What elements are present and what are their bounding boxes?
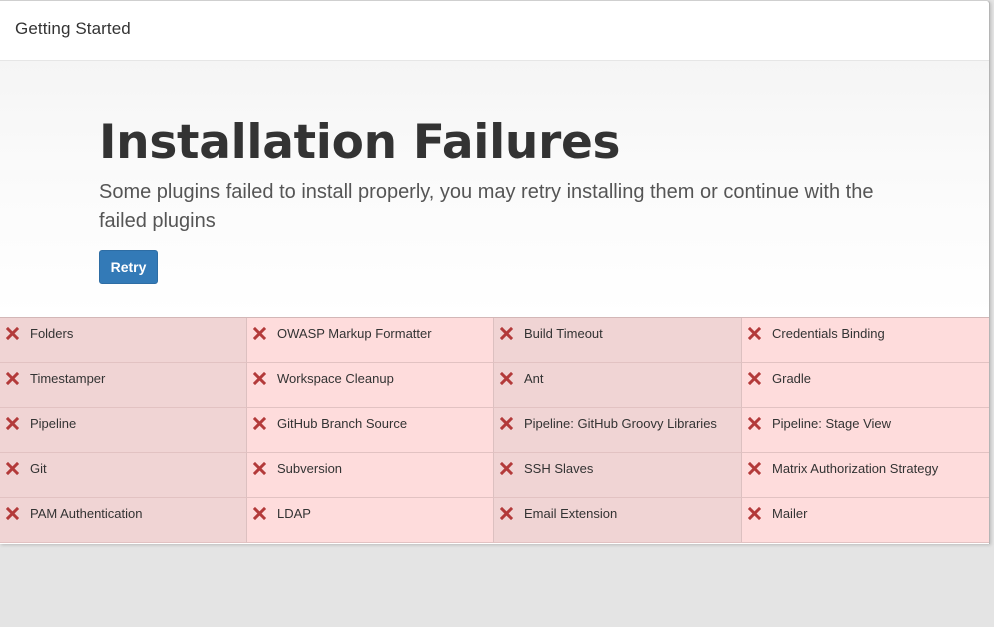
plugin-item: OWASP Markup Formatter xyxy=(247,318,494,363)
failed-x-icon xyxy=(253,462,266,475)
failed-x-icon xyxy=(253,372,266,385)
plugin-item: PAM Authentication xyxy=(0,498,247,543)
plugin-item: Timestamper xyxy=(0,363,247,408)
failed-x-icon xyxy=(748,327,761,340)
plugin-item: Subversion xyxy=(247,453,494,498)
plugin-name: Pipeline: GitHub Groovy Libraries xyxy=(524,416,717,431)
failed-x-icon xyxy=(6,417,19,430)
plugin-name: Pipeline xyxy=(30,416,77,431)
plugin-name: Subversion xyxy=(277,461,343,476)
dialog-title: Getting Started xyxy=(15,19,131,38)
plugin-name: PAM Authentication xyxy=(30,506,143,521)
setup-wizard-dialog: Getting Started Installation Failures So… xyxy=(0,0,990,544)
plugin-item: Build Timeout xyxy=(494,318,742,363)
plugin-item: Folders xyxy=(0,318,247,363)
dialog-header: Getting Started xyxy=(0,1,989,61)
failed-x-icon xyxy=(253,507,266,520)
plugin-name: LDAP xyxy=(277,506,311,521)
failed-x-icon xyxy=(748,372,761,385)
plugin-name: Ant xyxy=(524,371,544,386)
failed-x-icon xyxy=(748,507,761,520)
hero-section: Installation Failures Some plugins faile… xyxy=(0,61,989,317)
failed-x-icon xyxy=(500,327,513,340)
failed-x-icon xyxy=(6,372,19,385)
failed-x-icon xyxy=(6,327,19,340)
failed-x-icon xyxy=(500,372,513,385)
plugin-item: LDAP xyxy=(247,498,494,543)
plugin-item: Pipeline: Stage View xyxy=(742,408,989,453)
plugin-name: Email Extension xyxy=(524,506,618,521)
plugin-name: Workspace Cleanup xyxy=(277,371,394,386)
plugin-name: GitHub Branch Source xyxy=(277,416,408,431)
plugin-item: Pipeline xyxy=(0,408,247,453)
plugin-name: Build Timeout xyxy=(524,326,603,341)
retry-button[interactable]: Retry xyxy=(99,250,158,284)
plugin-item: SSH Slaves xyxy=(494,453,742,498)
failed-x-icon xyxy=(500,417,513,430)
plugin-item: Matrix Authorization Strategy xyxy=(742,453,989,498)
plugin-name: Folders xyxy=(30,326,74,341)
failed-x-icon xyxy=(748,417,761,430)
plugin-item: Credentials Binding xyxy=(742,318,989,363)
plugin-name: Credentials Binding xyxy=(772,326,885,341)
failed-x-icon xyxy=(253,417,266,430)
page-title: Installation Failures xyxy=(99,115,621,170)
plugin-status-grid: Folders OWASP Markup Formatter Build Timeo… xyxy=(0,317,989,544)
plugin-name: Mailer xyxy=(772,506,808,521)
plugin-name: Matrix Authorization Strategy xyxy=(772,461,939,476)
failed-x-icon xyxy=(6,507,19,520)
plugin-name: Gradle xyxy=(772,371,812,386)
failed-x-icon xyxy=(6,462,19,475)
plugin-name: Pipeline: Stage View xyxy=(772,416,892,431)
plugin-item: GitHub Branch Source xyxy=(247,408,494,453)
plugin-item: Email Extension xyxy=(494,498,742,543)
failed-x-icon xyxy=(500,462,513,475)
failed-x-icon xyxy=(748,462,761,475)
plugin-item: Workspace Cleanup xyxy=(247,363,494,408)
plugin-name: OWASP Markup Formatter xyxy=(277,326,432,341)
plugin-item: Mailer xyxy=(742,498,989,543)
plugin-name: SSH Slaves xyxy=(524,461,594,476)
plugin-item: Gradle xyxy=(742,363,989,408)
plugin-name: Timestamper xyxy=(30,371,106,386)
failed-x-icon xyxy=(253,327,266,340)
plugin-name: Git xyxy=(30,461,47,476)
plugin-item: Ant xyxy=(494,363,742,408)
failure-description: Some plugins failed to install properly,… xyxy=(99,181,874,232)
failed-x-icon xyxy=(500,507,513,520)
plugin-item: Pipeline: GitHub Groovy Libraries xyxy=(494,408,742,453)
plugin-item: Git xyxy=(0,453,247,498)
